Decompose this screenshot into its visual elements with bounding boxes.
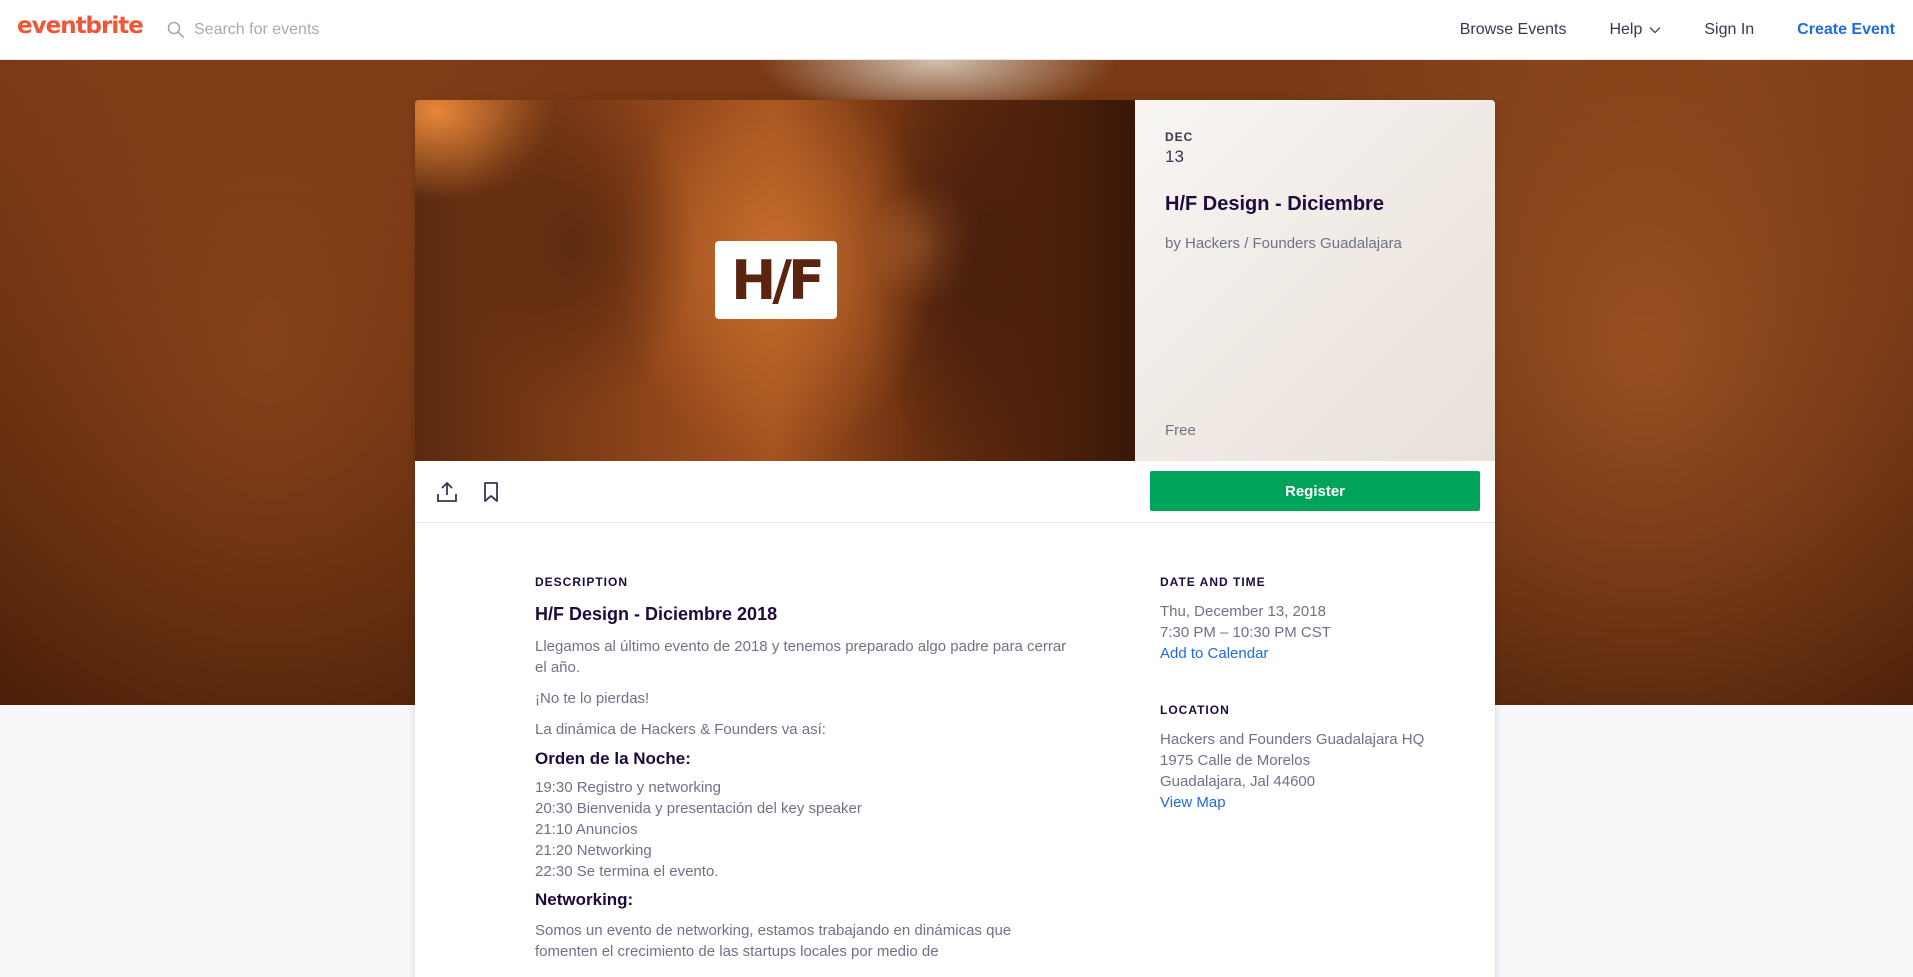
nav-links: Browse Events Help Sign In Create Event xyxy=(1460,0,1913,60)
venue-street: 1975 Calle de Morelos xyxy=(1160,752,1311,769)
sign-in-link[interactable]: Sign In xyxy=(1704,21,1754,39)
event-date: Thu, December 13, 2018 xyxy=(1160,603,1326,620)
eventbrite-logo[interactable]: eventbrite xyxy=(17,13,144,39)
description-paragraph: La dinámica de Hackers & Founders va así… xyxy=(535,721,826,738)
event-summary: DEC 13 H/F Design - Diciembre by Hackers… xyxy=(1135,100,1495,461)
help-label: Help xyxy=(1609,21,1643,38)
bookmark-icon[interactable] xyxy=(479,480,503,504)
location-label: LOCATION xyxy=(1160,703,1230,717)
agenda-item: 21:20 Networking xyxy=(535,842,652,859)
date-time-label: DATE AND TIME xyxy=(1160,575,1266,589)
networking-heading: Networking: xyxy=(535,890,634,909)
description-section: DESCRIPTION H/F Design - Diciembre 2018 … xyxy=(535,575,1075,962)
date-time-block: Thu, December 13, 2018 7:30 PM – 10:30 P… xyxy=(1160,601,1480,664)
agenda-heading: Orden de la Noche: xyxy=(535,749,691,768)
event-details-sidebar: DATE AND TIME Thu, December 13, 2018 7:3… xyxy=(1160,575,1480,813)
description-paragraph: Llegamos al último evento de 2018 y tene… xyxy=(535,638,1067,676)
agenda-item: 20:30 Bienvenida y presentación del key … xyxy=(535,800,862,817)
top-nav: eventbrite Browse Events Help Sign In Cr… xyxy=(0,0,1913,60)
event-hero: H/F DEC 13 H/F Design - Diciembre by Hac… xyxy=(415,100,1495,461)
add-to-calendar-link[interactable]: Add to Calendar xyxy=(1160,643,1480,664)
event-image: H/F xyxy=(415,100,1135,461)
agenda-list: 19:30 Registro y networking 20:30 Bienve… xyxy=(535,777,1075,882)
search-bar[interactable] xyxy=(166,18,566,42)
event-card: H/F DEC 13 H/F Design - Diciembre by Hac… xyxy=(415,100,1495,977)
description-label: DESCRIPTION xyxy=(535,575,629,589)
hf-logo-text: H/F xyxy=(731,248,825,312)
event-organizer: by Hackers / Founders Guadalajara xyxy=(1165,235,1402,252)
event-day: 13 xyxy=(1165,147,1184,166)
browse-events-link[interactable]: Browse Events xyxy=(1460,21,1567,39)
event-title: H/F Design - Diciembre xyxy=(1165,193,1384,215)
agenda-item: 21:10 Anuncios xyxy=(535,821,638,838)
share-icon[interactable] xyxy=(435,480,459,504)
agenda-item: 22:30 Se termina el evento. xyxy=(535,863,719,880)
event-time: 7:30 PM – 10:30 PM CST xyxy=(1160,624,1331,641)
agenda-item: 19:30 Registro y networking xyxy=(535,779,721,796)
description-heading: H/F Design - Diciembre 2018 xyxy=(535,604,778,624)
create-event-link[interactable]: Create Event xyxy=(1797,21,1895,39)
action-bar: Register xyxy=(415,461,1495,523)
location-block: Hackers and Founders Guadalajara HQ 1975… xyxy=(1160,729,1480,813)
chevron-down-icon xyxy=(1649,21,1661,39)
description-paragraph: ¡No te lo pierdas! xyxy=(535,690,650,707)
search-input[interactable] xyxy=(194,21,554,39)
hf-logo: H/F xyxy=(715,241,837,319)
venue-name: Hackers and Founders Guadalajara HQ xyxy=(1160,731,1425,748)
register-button[interactable]: Register xyxy=(1150,471,1480,511)
view-map-link[interactable]: View Map xyxy=(1160,792,1480,813)
venue-city: Guadalajara, Jal 44600 xyxy=(1160,773,1316,790)
event-month: DEC xyxy=(1165,130,1194,144)
search-icon xyxy=(166,20,186,40)
event-price: Free xyxy=(1165,422,1196,439)
help-menu[interactable]: Help xyxy=(1609,21,1661,39)
description-paragraph: Somos un evento de networking, estamos t… xyxy=(535,922,1012,960)
